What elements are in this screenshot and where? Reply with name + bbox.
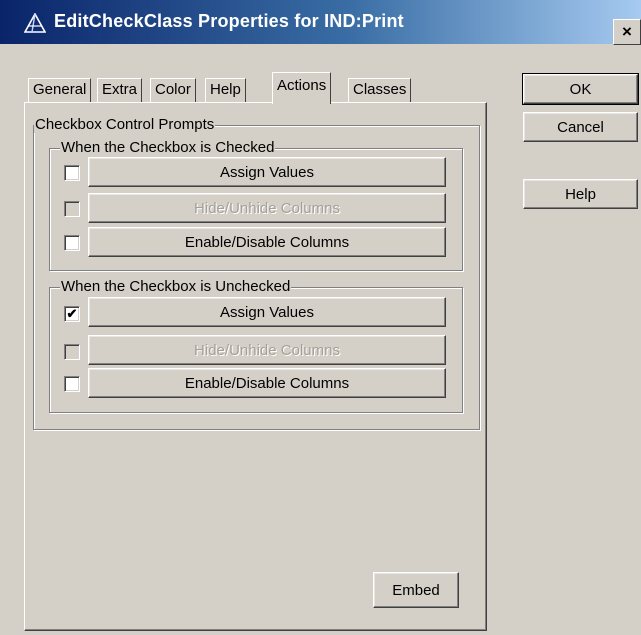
tab-classes-label: Classes [353, 81, 407, 98]
tab-extra-label: Extra [102, 81, 138, 98]
checked-assign-checkbox[interactable] [64, 165, 80, 181]
checked-enable-disable-button[interactable]: Enable/Disable Columns [88, 227, 446, 257]
tab-color[interactable]: Color [150, 78, 196, 103]
unchecked-assign-values-label: Assign Values [220, 303, 314, 321]
unchecked-hide-unhide-label: Hide/Unhide Columns [194, 341, 340, 359]
close-icon: × [622, 22, 632, 41]
checkbox-control-prompts-label: Checkbox Control Prompts [34, 116, 216, 133]
unchecked-enable-disable-label: Enable/Disable Columns [184, 374, 350, 392]
checked-group-label: When the Checkbox is Checked [60, 139, 276, 156]
tab-classes[interactable]: Classes [348, 78, 412, 103]
checked-assign-values-button[interactable]: Assign Values [88, 157, 446, 187]
checked-hide-checkbox [64, 201, 80, 217]
tab-extra[interactable]: Extra [97, 78, 143, 103]
tab-help-label: Help [210, 81, 241, 98]
cancel-label: Cancel [557, 118, 604, 136]
tab-actions-label: Actions [277, 77, 327, 94]
checked-enable-disable-label: Enable/Disable Columns [184, 233, 350, 251]
tab-actions[interactable]: Actions [272, 72, 332, 104]
close-button[interactable]: × [613, 19, 641, 45]
window-title: EditCheckClass Properties for IND:Print [54, 11, 404, 31]
unchecked-enable-checkbox[interactable] [64, 376, 80, 392]
tab-general-label: General [33, 81, 87, 98]
tab-help[interactable]: Help [205, 78, 246, 103]
help-label: Help [565, 185, 596, 203]
triangle-compass-icon [24, 13, 46, 33]
tab-color-label: Color [155, 81, 191, 98]
checked-hide-unhide-button: Hide/Unhide Columns [88, 193, 446, 223]
checked-hide-unhide-label: Hide/Unhide Columns [194, 199, 340, 217]
checkmark-icon: ✔ [66, 306, 78, 321]
help-button[interactable]: Help [523, 179, 638, 209]
unchecked-enable-disable-button[interactable]: Enable/Disable Columns [88, 368, 446, 398]
tab-general[interactable]: General [28, 78, 92, 103]
checked-enable-checkbox[interactable] [64, 235, 80, 251]
embed-label: Embed [392, 581, 440, 599]
checked-assign-values-label: Assign Values [220, 163, 314, 181]
cancel-button[interactable]: Cancel [523, 112, 638, 142]
unchecked-hide-unhide-button: Hide/Unhide Columns [88, 335, 446, 365]
unchecked-hide-checkbox [64, 344, 80, 360]
unchecked-assign-checkbox[interactable]: ✔ [64, 306, 80, 322]
embed-button[interactable]: Embed [373, 572, 459, 608]
ok-button[interactable]: OK [522, 73, 639, 105]
ok-label: OK [569, 80, 592, 98]
title-bar[interactable]: EditCheckClass Properties for IND:Print [0, 0, 641, 44]
unchecked-assign-values-button[interactable]: Assign Values [88, 297, 446, 327]
unchecked-group-label: When the Checkbox is Unchecked [60, 278, 292, 295]
